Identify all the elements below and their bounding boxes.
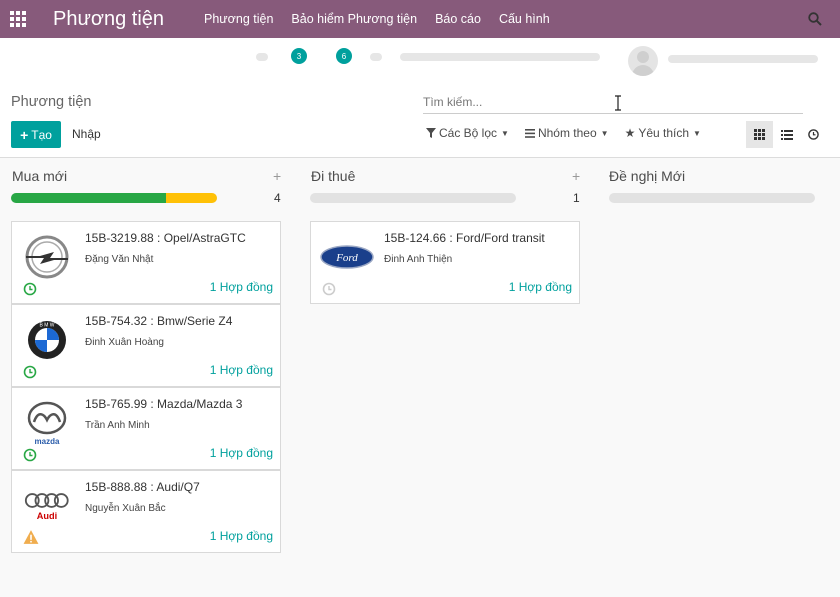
column-add-icon[interactable]: + <box>572 168 580 184</box>
warning-icon[interactable] <box>23 529 39 545</box>
progress-yellow <box>165 193 217 203</box>
contracts-link[interactable]: 1 Hợp đồng <box>210 280 273 294</box>
plus-icon: + <box>20 126 29 143</box>
svg-text:Audi: Audi <box>37 511 57 521</box>
kanban-card[interactable]: Audi 15B-888.88 : Audi/Q7 Nguyễn Xuân Bắ… <box>11 470 281 553</box>
favorites-dropdown[interactable]: ★ Yêu thích ▼ <box>625 126 701 140</box>
view-switcher <box>746 121 827 148</box>
list-view-button[interactable] <box>773 121 800 148</box>
activity-badge[interactable]: 3 <box>291 48 307 64</box>
contracts-link[interactable]: 1 Hợp đồng <box>509 280 572 294</box>
card-driver: Đinh Xuân Hoàng <box>85 337 164 348</box>
clock-icon[interactable] <box>322 282 336 296</box>
caret-down-icon: ▼ <box>501 128 509 138</box>
card-driver: Nguyễn Xuân Bắc <box>85 503 166 514</box>
control-panel: Phương tiện + Tạo Nhập Các Bộ lọc ▼ Nhóm… <box>0 82 840 158</box>
clock-icon <box>808 129 819 140</box>
search-box <box>423 92 803 114</box>
menu-configuration[interactable]: Cấu hình <box>499 12 550 26</box>
kanban-card[interactable]: B M W 15B-754.32 : Bmw/Serie Z4 Đinh Xuâ… <box>11 304 281 387</box>
audi-logo: Audi <box>24 483 70 529</box>
ford-logo: Ford <box>320 234 374 280</box>
column-title: Mua mới <box>12 168 68 184</box>
column-add-icon[interactable]: + <box>273 168 281 184</box>
search-icon[interactable] <box>808 12 822 26</box>
card-title: 15B-3219.88 : Opel/AstraGTC <box>85 231 246 245</box>
opel-logo <box>24 234 70 280</box>
svg-text:Ford: Ford <box>335 252 358 264</box>
column-title: Đi thuê <box>311 168 356 184</box>
card-driver: Trần Anh Minh <box>85 420 150 431</box>
messages-badge[interactable]: 6 <box>336 48 352 64</box>
company-switcher[interactable] <box>400 53 600 61</box>
column-title: Đề nghị Mới <box>609 168 686 184</box>
top-navbar: Phương tiện Phương tiện Bảo hiểm Phương … <box>0 0 840 38</box>
column-progressbar[interactable] <box>609 193 815 203</box>
filter-icon <box>426 128 436 138</box>
import-button[interactable]: Nhập <box>72 127 101 141</box>
column-progressbar[interactable] <box>310 193 516 203</box>
filters-label: Các Bộ lọc <box>439 126 498 140</box>
contracts-link[interactable]: 1 Hợp đồng <box>210 363 273 377</box>
app-brand[interactable]: Phương tiện <box>53 8 164 31</box>
caret-down-icon: ▼ <box>600 128 609 138</box>
card-title: 15B-754.32 : Bmw/Serie Z4 <box>85 314 233 328</box>
star-icon: ★ <box>624 126 636 140</box>
create-label: Tạo <box>31 127 52 142</box>
apps-menu-icon[interactable] <box>0 0 36 38</box>
bmw-logo: B M W <box>24 317 70 363</box>
kanban-card[interactable]: Ford 15B-124.66 : Ford/Ford transit Đinh… <box>310 221 580 304</box>
bars-icon <box>524 128 535 138</box>
activity-icon[interactable] <box>256 53 268 61</box>
user-avatar[interactable] <box>628 46 658 76</box>
contracts-link[interactable]: 1 Hợp đồng <box>210 446 273 460</box>
menu-reports[interactable]: Báo cáo <box>435 12 481 26</box>
kanban-view-button[interactable] <box>746 121 773 148</box>
card-title: 15B-124.66 : Ford/Ford transit <box>384 231 545 245</box>
column-count: 1 <box>573 191 580 205</box>
column-count: 4 <box>274 191 281 205</box>
search-options: Các Bộ lọc ▼ Nhóm theo ▼ ★ Yêu thích ▼ <box>426 126 717 140</box>
column-progressbar[interactable] <box>11 193 217 203</box>
kanban-icon <box>754 129 765 140</box>
kanban-card[interactable]: mazda 15B-765.99 : Mazda/Mazda 3 Trần An… <box>11 387 281 470</box>
card-driver: Đinh Anh Thiện <box>384 254 453 265</box>
mazda-logo: mazda <box>24 400 70 446</box>
card-title: 15B-888.88 : Audi/Q7 <box>85 480 200 494</box>
clock-icon[interactable] <box>23 448 37 462</box>
create-button[interactable]: + Tạo <box>11 121 61 148</box>
clock-icon[interactable] <box>23 282 37 296</box>
progress-green <box>11 193 166 203</box>
svg-text:mazda: mazda <box>35 437 60 446</box>
favorites-label: Yêu thích <box>638 126 690 140</box>
search-input[interactable] <box>423 92 803 112</box>
user-menu[interactable] <box>668 55 818 63</box>
kanban-card[interactable]: 15B-3219.88 : Opel/AstraGTC Đặng Văn Nhậ… <box>11 221 281 304</box>
list-icon <box>780 129 793 140</box>
settings-icon[interactable] <box>370 53 382 61</box>
groupby-label: Nhóm theo <box>537 126 597 140</box>
menu-vehicle-insurance[interactable]: Bảo hiểm Phương tiện <box>291 12 417 26</box>
groupby-dropdown[interactable]: Nhóm theo ▼ <box>524 126 609 140</box>
activity-view-button[interactable] <box>800 121 827 148</box>
clock-icon[interactable] <box>23 365 37 379</box>
contracts-link[interactable]: 1 Hợp đồng <box>210 529 273 543</box>
breadcrumb: Phương tiện <box>11 94 92 110</box>
card-driver: Đặng Văn Nhật <box>85 254 154 265</box>
text-cursor-icon <box>615 95 621 111</box>
menu-vehicles[interactable]: Phương tiện <box>204 12 273 26</box>
caret-down-icon: ▼ <box>693 128 701 138</box>
filters-dropdown[interactable]: Các Bộ lọc ▼ <box>426 126 509 140</box>
svg-text:B M W: B M W <box>40 323 55 329</box>
card-title: 15B-765.99 : Mazda/Mazda 3 <box>85 397 243 411</box>
